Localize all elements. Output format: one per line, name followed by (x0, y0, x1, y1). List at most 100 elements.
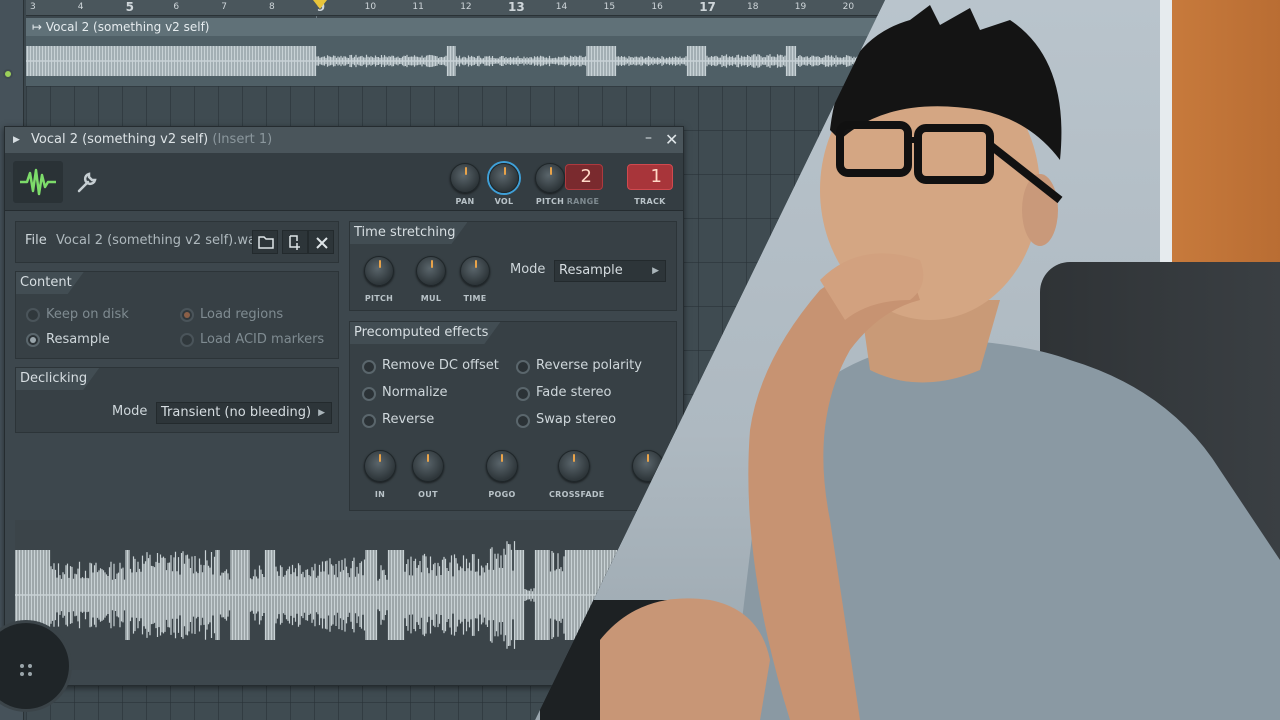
clip-waveform (26, 46, 885, 76)
stretch-pitch-label: PITCH (364, 294, 394, 303)
grid-dots-icon (20, 664, 32, 676)
ruler-tick: 17 (699, 0, 716, 14)
time-stretching-header: Time stretching (350, 222, 467, 244)
stretch-mode-value: Resample (559, 263, 623, 278)
channel-settings-window: ▶ Vocal 2 (something v2 self) (Insert 1)… (4, 126, 684, 686)
declicking-header: Declicking (16, 368, 99, 390)
reload-file-button[interactable] (282, 230, 308, 254)
declick-mode-dropdown[interactable]: Transient (no bleeding) ▶ (156, 402, 332, 424)
timeline-ruler[interactable]: 3 4 5 6 7 8 9 10 11 12 13 14 15 16 17 18 19 20 (26, 0, 885, 16)
window-title-text: Vocal 2 (something v2 self) (31, 132, 209, 147)
file-label: File (25, 233, 47, 248)
wrench-icon (77, 172, 97, 193)
keep-on-disk-label: Keep on disk (46, 307, 129, 322)
range-label: RANGE (566, 197, 600, 206)
ruler-tick: 6 (173, 2, 180, 12)
resample-label: Resample (46, 332, 110, 347)
volume-label: VOL (494, 197, 514, 206)
ruler-tick: 15 (603, 2, 616, 12)
in-label: IN (374, 490, 386, 499)
stretch-time-knob[interactable] (460, 256, 490, 286)
audio-clip[interactable] (26, 36, 885, 86)
file-name: Vocal 2 (something v2 self).wav (56, 233, 264, 248)
load-regions-radio[interactable] (180, 308, 194, 322)
misc-functions-tab[interactable] (67, 161, 107, 203)
waveform-icon (20, 168, 56, 196)
file-panel: File Vocal 2 (something v2 self).wav (15, 221, 339, 263)
track-label: TRACK (634, 197, 666, 206)
window-titlebar[interactable]: ▶ Vocal 2 (something v2 self) (Insert 1)… (5, 127, 683, 153)
fade-stereo-checkbox[interactable] (516, 387, 530, 401)
channel-toolbar: PAN VOL PITCH 2 RANGE 1 TRACK (5, 153, 683, 211)
declick-mode-value: Transient (no bleeding) (161, 405, 312, 420)
ruler-tick: 11 (412, 2, 424, 12)
out-knob[interactable] (412, 450, 444, 482)
window-title: Vocal 2 (something v2 self) (Insert 1) (31, 127, 272, 153)
reverse-checkbox[interactable] (362, 414, 376, 428)
ruler-tick: 3 (30, 2, 36, 12)
stretch-mul-label: MUL (420, 294, 442, 303)
playhead-marker[interactable] (313, 0, 327, 9)
dropdown-arrow-icon: ▶ (652, 266, 659, 276)
swap-stereo-label: Swap stereo (536, 412, 617, 427)
ruler-tick: 13 (508, 0, 525, 14)
reverse-polarity-checkbox[interactable] (516, 360, 530, 374)
collapse-arrow-icon[interactable]: ▶ (13, 127, 20, 153)
crossfade-label: CROSSFADE (549, 490, 605, 499)
audio-clip-title[interactable]: ↦ Vocal 2 (something v2 self) (26, 18, 885, 36)
ruler-tick: 10 (364, 2, 377, 12)
ruler-tick: 5 (125, 0, 134, 14)
pitch-knob[interactable] (535, 163, 565, 193)
declicking-panel: Declicking Mode Transient (no bleeding) … (15, 367, 339, 433)
open-file-button[interactable] (252, 230, 278, 254)
ruler-tick: 19 (794, 2, 807, 12)
resample-radio[interactable] (26, 333, 40, 347)
fade-stereo-label: Fade stereo (536, 385, 612, 400)
close-button[interactable]: ✕ (665, 127, 678, 153)
minimize-button[interactable]: – (645, 125, 652, 151)
keep-on-disk-radio[interactable] (26, 308, 40, 322)
ruler-tick: 12 (460, 2, 472, 12)
close-icon (316, 237, 328, 249)
ruler-tick: 8 (269, 2, 275, 12)
track-mute-led[interactable] (3, 69, 13, 79)
clear-file-button[interactable] (308, 230, 334, 254)
stretch-pitch-knob[interactable] (364, 256, 394, 286)
stretch-mul-knob[interactable] (416, 256, 446, 286)
reverse-polarity-label: Reverse polarity (536, 358, 642, 373)
ruler-tick: 18 (747, 2, 759, 12)
content-header: Content (16, 272, 84, 294)
reverse-label: Reverse (382, 412, 435, 427)
load-acid-label: Load ACID markers (200, 332, 325, 347)
pan-knob[interactable] (450, 163, 480, 193)
precomputed-effects-panel: Precomputed effects Remove DC offset Nor… (349, 321, 677, 511)
load-regions-label: Load regions (200, 307, 284, 322)
range-display[interactable]: 2 (565, 164, 603, 190)
stretch-mode-dropdown[interactable]: Resample ▶ (554, 260, 666, 282)
declick-mode-label: Mode (112, 404, 148, 419)
normalize-label: Normalize (382, 385, 448, 400)
sample-settings-tab[interactable] (13, 161, 63, 203)
stretch-time-label: TIME (463, 294, 487, 303)
volume-knob[interactable] (489, 163, 519, 193)
track-display[interactable]: 1 (627, 164, 673, 190)
pogo-knob[interactable] (486, 450, 518, 482)
stretch-mode-label: Mode (510, 262, 546, 277)
video-frame: 3 4 5 6 7 8 9 10 11 12 13 14 15 16 17 18 19 20 ↦ Vocal 2 … (0, 0, 1280, 720)
remove-dc-checkbox[interactable] (362, 360, 376, 374)
normalize-checkbox[interactable] (362, 387, 376, 401)
reload-file-icon (289, 235, 300, 250)
swap-stereo-checkbox[interactable] (516, 414, 530, 428)
ruler-tick: 7 (221, 2, 227, 12)
time-stretching-panel: Time stretching PITCH MUL TIME Mode Resa… (349, 221, 677, 311)
content-panel: Content Keep on disk Resample Load regio… (15, 271, 339, 359)
precomputed-header: Precomputed effects (350, 322, 500, 344)
crossfade-knob[interactable] (558, 450, 590, 482)
dropdown-arrow-icon: ▶ (318, 408, 325, 418)
out-label: OUT (418, 490, 438, 499)
folder-icon (258, 236, 274, 249)
load-acid-radio[interactable] (180, 333, 194, 347)
in-knob[interactable] (364, 450, 396, 482)
remove-dc-label: Remove DC offset (382, 358, 499, 373)
pogo-label: POGO (488, 490, 516, 499)
